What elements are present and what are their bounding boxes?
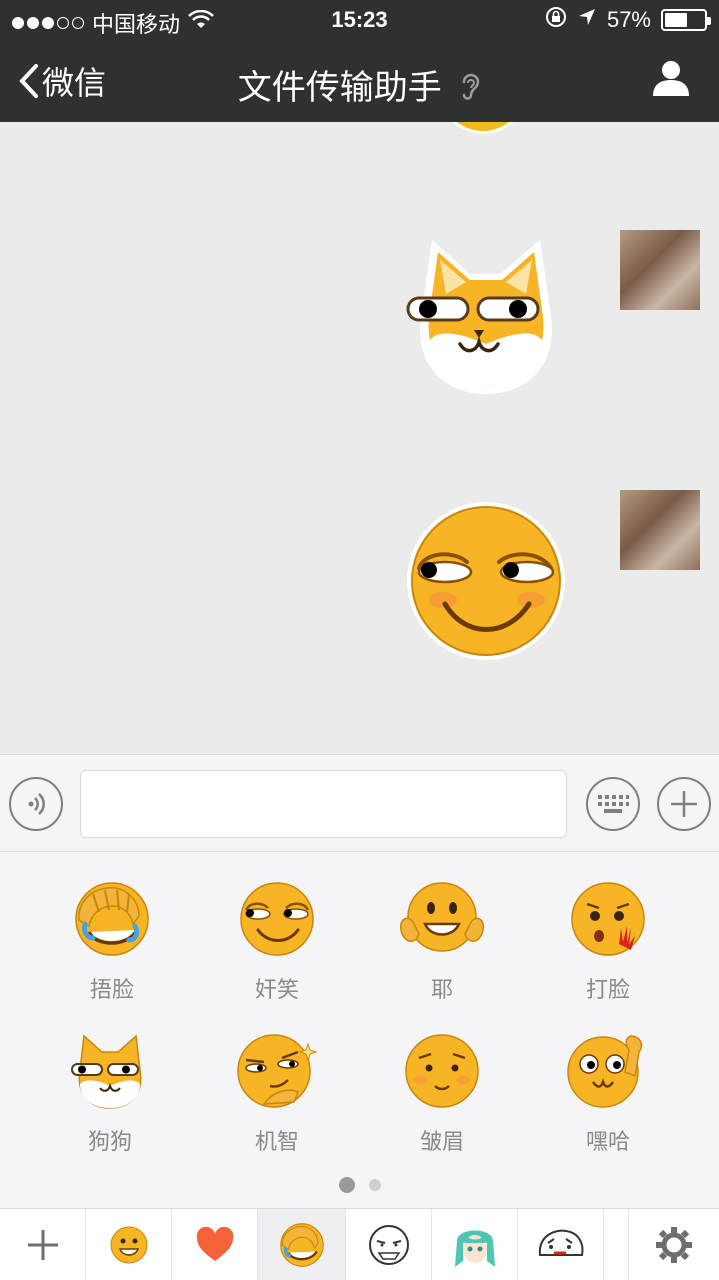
settings-icon bbox=[656, 1227, 692, 1263]
tab-add-sticker[interactable] bbox=[0, 1209, 86, 1280]
voice-input-button[interactable] bbox=[9, 777, 63, 831]
message-input[interactable] bbox=[80, 770, 567, 838]
battery-fill bbox=[665, 13, 687, 27]
rotation-lock-icon bbox=[545, 6, 567, 34]
heyha-icon bbox=[567, 1035, 643, 1108]
add-icon bbox=[27, 1230, 58, 1260]
frown-icon bbox=[405, 1034, 479, 1108]
facepalm-icon bbox=[75, 882, 149, 956]
cartoon-icon bbox=[538, 1229, 583, 1256]
page-title-text: 文件传输助手 bbox=[237, 69, 442, 107]
emoji-item-smart[interactable]: 机智 bbox=[207, 1032, 347, 1156]
earpiece-mode-icon bbox=[459, 71, 481, 110]
emoji-label: 捂脸 bbox=[89, 977, 134, 1002]
tab-favorites[interactable] bbox=[172, 1209, 258, 1280]
emoji-item-slap-face[interactable]: 打脸 bbox=[538, 880, 678, 1004]
emoji-label: 机智 bbox=[254, 1129, 299, 1154]
emoji-label: 皱眉 bbox=[419, 1129, 464, 1154]
emoji-item-facepalm[interactable]: 捂脸 bbox=[42, 880, 182, 1004]
status-right: 57% bbox=[545, 6, 711, 34]
smart-icon bbox=[237, 1034, 318, 1108]
battery-icon bbox=[661, 9, 711, 31]
keyboard-icon bbox=[598, 795, 629, 813]
emoji-item-doge[interactable]: 狗狗 bbox=[40, 1032, 180, 1156]
emoji-item-yeah[interactable]: 耶 bbox=[372, 880, 512, 1004]
chat-messages[interactable] bbox=[0, 122, 719, 754]
doge-icon bbox=[71, 1034, 142, 1109]
tab-cartoon-pack[interactable] bbox=[518, 1209, 604, 1280]
tab-emoji[interactable] bbox=[86, 1209, 172, 1280]
avatar[interactable] bbox=[620, 230, 700, 310]
doge-sticker-icon bbox=[406, 240, 552, 394]
top-bar: 中国移动 15:23 57% 微信 文件传输助手 bbox=[0, 0, 719, 122]
voice-icon bbox=[28, 793, 45, 815]
emoji-item-frown[interactable]: 皱眉 bbox=[372, 1032, 512, 1156]
nav-bar: 微信 文件传输助手 bbox=[0, 40, 719, 122]
tab-sticker-settings[interactable] bbox=[628, 1209, 719, 1280]
meme-face-icon bbox=[368, 1225, 409, 1265]
page-dot-active[interactable] bbox=[338, 1177, 355, 1193]
emoji-label: 打脸 bbox=[585, 977, 630, 1002]
emoji-item-smirk[interactable]: 奸笑 bbox=[207, 880, 347, 1004]
emoji-label: 嘿哈 bbox=[585, 1129, 630, 1154]
tab-meme-pack[interactable] bbox=[346, 1209, 432, 1280]
smirk-icon bbox=[240, 882, 314, 956]
miku-icon bbox=[454, 1230, 495, 1267]
battery-percent: 57% bbox=[606, 7, 651, 32]
smirk-sticker-icon bbox=[407, 502, 565, 660]
location-icon bbox=[577, 7, 597, 33]
keyboard-button[interactable] bbox=[586, 777, 640, 831]
emoji-item-heyha[interactable]: 嘿哈 bbox=[538, 1032, 678, 1156]
emoji-icon bbox=[110, 1226, 147, 1264]
input-bar bbox=[0, 754, 719, 852]
emoji-panel: 捂脸 奸笑 耶 打脸 狗狗 机智 皱眉 嘿哈 bbox=[0, 852, 719, 1208]
emoji-label: 耶 bbox=[430, 977, 453, 1002]
avatar[interactable] bbox=[620, 490, 700, 570]
tab-miku-pack[interactable] bbox=[432, 1209, 518, 1280]
page-title: 文件传输助手 bbox=[0, 60, 719, 110]
sticker-tab-bar bbox=[0, 1208, 719, 1280]
sticker-message-partial[interactable] bbox=[438, 122, 528, 134]
heart-icon bbox=[196, 1227, 233, 1261]
sticker-message-smirk[interactable] bbox=[405, 500, 567, 662]
page-dot[interactable] bbox=[368, 1179, 381, 1191]
status-bar: 中国移动 15:23 57% bbox=[0, 0, 719, 40]
tab-new-emoji[interactable] bbox=[258, 1209, 346, 1280]
emoji-label: 奸笑 bbox=[254, 977, 299, 1002]
slap-face-icon bbox=[571, 882, 645, 956]
sticker-message-doge[interactable] bbox=[400, 232, 570, 402]
facepalm-icon bbox=[279, 1223, 324, 1267]
plus-icon bbox=[671, 791, 697, 817]
page-indicator bbox=[0, 1177, 719, 1193]
chat-info-button[interactable] bbox=[651, 58, 691, 103]
more-functions-button[interactable] bbox=[657, 777, 711, 831]
person-icon bbox=[653, 61, 689, 96]
yeah-icon bbox=[399, 882, 485, 952]
emoji-label: 狗狗 bbox=[87, 1129, 132, 1154]
